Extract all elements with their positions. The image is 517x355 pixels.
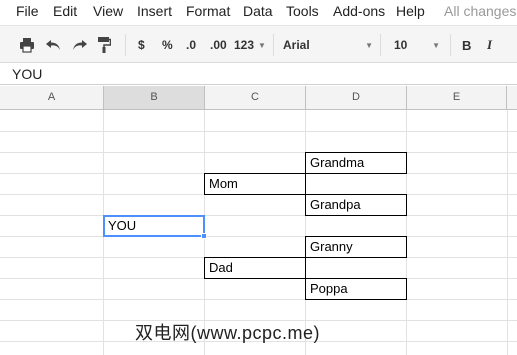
row-gridline: [0, 299, 517, 300]
increase-decimal-button[interactable]: .00: [210, 36, 227, 54]
formula-bar[interactable]: YOU: [0, 63, 517, 85]
cell-d-granny[interactable]: Granny: [305, 236, 407, 258]
row-gridline: [0, 215, 517, 216]
cell-c-mom[interactable]: Mom: [204, 173, 306, 195]
column-header-d[interactable]: D: [306, 86, 407, 109]
fill-handle[interactable]: [201, 233, 207, 239]
row-gridline: [0, 152, 517, 153]
bold-button[interactable]: B: [462, 36, 471, 54]
menu-view[interactable]: View: [93, 3, 123, 19]
cell-d-poppa[interactable]: Poppa: [305, 278, 407, 300]
menu-add-ons[interactable]: Add-ons: [333, 3, 385, 19]
menu-edit[interactable]: Edit: [53, 3, 77, 19]
watermark-text: 双电网(www.pcpc.me): [135, 323, 321, 343]
cell-d-grandpa[interactable]: Grandpa: [305, 194, 407, 216]
toolbar: $ % .0 .00 123 ▼ Arial ▼ 10 ▼ B I: [0, 25, 517, 63]
font-size-select[interactable]: 10 ▼: [394, 36, 440, 54]
menu-data[interactable]: Data: [243, 3, 273, 19]
font-family-value: Arial: [283, 38, 310, 52]
toolbar-divider: [450, 34, 451, 56]
currency-format-button[interactable]: $: [138, 36, 145, 54]
more-formats-label: 123: [234, 38, 255, 52]
decrease-decimal-button[interactable]: .0: [186, 36, 196, 54]
menu-tools[interactable]: Tools: [286, 3, 319, 19]
column-header-a[interactable]: A: [0, 86, 104, 109]
column-header-c[interactable]: C: [205, 86, 306, 109]
menu-format[interactable]: Format: [186, 3, 230, 19]
toolbar-divider: [273, 34, 274, 56]
formula-bar-value[interactable]: YOU: [12, 66, 42, 82]
cell-d-grandma[interactable]: Grandma: [305, 152, 407, 174]
undo-icon[interactable]: [45, 36, 62, 54]
percent-format-button[interactable]: %: [162, 36, 173, 54]
menu-file[interactable]: File: [16, 3, 39, 19]
font-size-value: 10: [394, 38, 408, 52]
more-formats-button[interactable]: 123 ▼: [234, 36, 266, 54]
chevron-down-icon: ▼: [258, 40, 266, 50]
row-gridline: [0, 236, 517, 237]
column-gridline: [406, 110, 407, 355]
column-header-row: A B C D E: [0, 86, 517, 110]
paint-format-icon[interactable]: [97, 36, 111, 54]
menu-insert[interactable]: Insert: [137, 3, 172, 19]
toolbar-divider: [380, 34, 381, 56]
column-header-e[interactable]: E: [407, 86, 507, 109]
cell-b-you-selected[interactable]: YOU: [103, 215, 205, 237]
row-gridline: [0, 131, 517, 132]
toolbar-divider: [125, 34, 126, 56]
chevron-down-icon: ▼: [365, 40, 373, 50]
menu-help[interactable]: Help: [396, 3, 425, 19]
spreadsheet-grid[interactable]: A B C D E Grandma Mom Grandpa YOU Granny…: [0, 86, 517, 355]
redo-icon[interactable]: [71, 36, 88, 54]
italic-button[interactable]: I: [487, 36, 492, 54]
printer-icon[interactable]: [19, 36, 35, 54]
font-family-select[interactable]: Arial ▼: [283, 36, 373, 54]
column-header-b[interactable]: B: [104, 86, 205, 109]
save-status: All changes: [444, 3, 517, 19]
cell-c-dad[interactable]: Dad: [204, 257, 306, 279]
chevron-down-icon: ▼: [432, 40, 440, 50]
menu-bar: File Edit View Insert Format Data Tools …: [0, 0, 517, 22]
column-gridline: [507, 110, 508, 355]
